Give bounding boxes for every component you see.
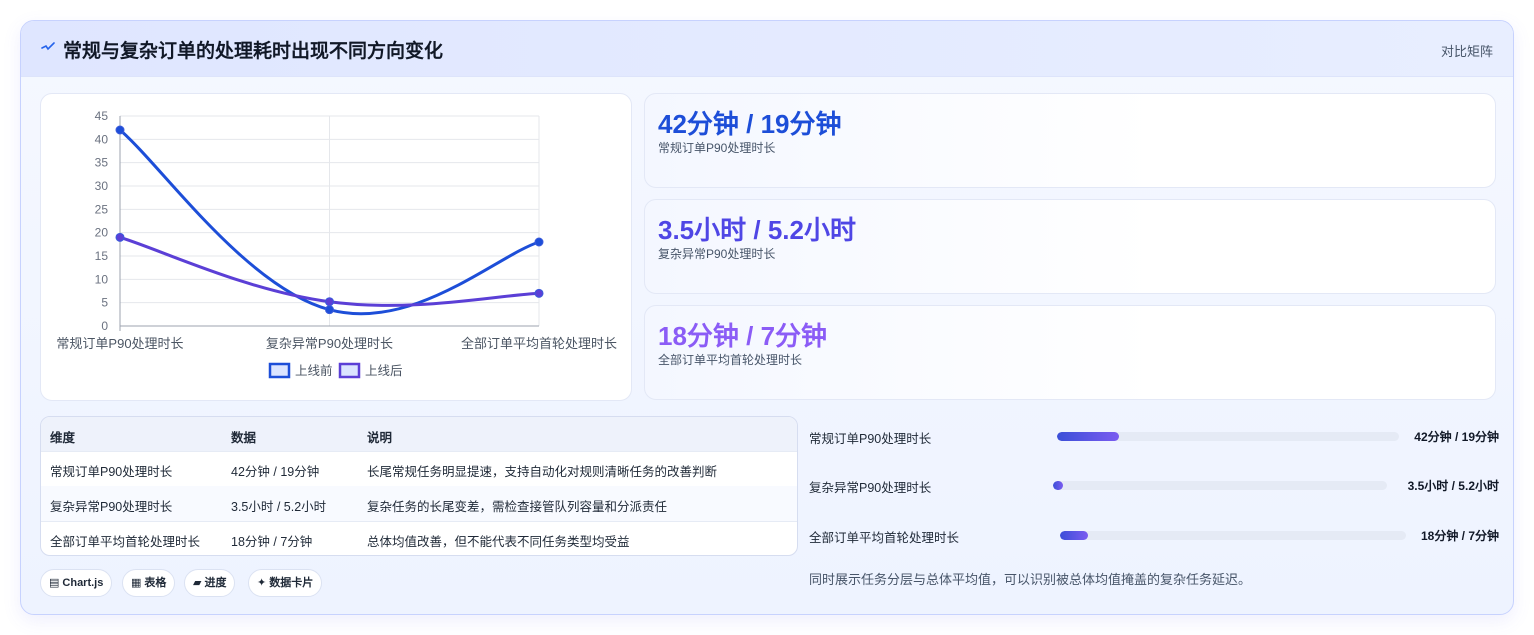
kpi-value: 42分钟 / 19分钟	[658, 109, 842, 139]
chip-data-card[interactable]: ✦ 数据卡片	[248, 569, 323, 597]
table-cell: 42分钟 / 19分钟	[231, 465, 320, 479]
y-tick-label: 5	[101, 296, 108, 310]
card-title: 常规与复杂订单的处理耗时出现不同方向变化	[63, 41, 444, 62]
column-header: 说明	[367, 431, 393, 445]
sparkle-icon: ✦	[257, 577, 267, 589]
chip-label: 进度	[204, 577, 227, 589]
table-cell: 3.5小时 / 5.2小时	[231, 500, 327, 514]
legend-swatch	[338, 362, 361, 379]
column-header: 维度	[50, 431, 76, 445]
progress-row: 全部订单平均首轮处理时长 18分钟 / 7分钟	[809, 526, 1499, 545]
table-cell: 18分钟 / 7分钟	[231, 535, 313, 549]
y-tick-label: 40	[95, 132, 109, 146]
kpi-card-complex: 3.5小时 / 5.2小时 复杂异常P90处理时长	[644, 199, 1496, 294]
table-icon: ▦	[131, 577, 142, 589]
chip-label: 表格	[144, 577, 167, 589]
legend-label: 上线后	[365, 364, 403, 378]
kpi-value: 18分钟 / 7分钟	[658, 321, 828, 351]
y-tick-label: 10	[95, 272, 109, 286]
table-cell: 总体均值改善，但不能代表不同任务类型均受益	[367, 535, 630, 549]
data-point	[534, 237, 544, 247]
comparison-card: 常规与复杂订单的处理耗时出现不同方向变化 对比矩阵 0 5 10 15 20 25 30 35…	[20, 20, 1514, 615]
progress-fill	[1053, 481, 1064, 490]
data-point	[115, 232, 125, 242]
chip-label: Chart.js	[62, 577, 104, 589]
progress-label: 全部订单平均首轮处理时长	[809, 531, 960, 545]
x-tick-label: 复杂异常P90处理时长	[266, 336, 393, 351]
data-table: 维度 数据 说明 常规订单P90处理时长 42分钟 / 19分钟 长尾常规任务明…	[40, 416, 798, 556]
matrix-tag: 对比矩阵	[1440, 44, 1493, 59]
table-cell: 长尾常规任务明显提速，支持自动化对规则清晰任务的改善判断	[367, 465, 718, 479]
data-point	[325, 297, 334, 307]
table-cell: 复杂任务的长尾变差，需检查接管队列容量和分派责任	[367, 500, 668, 514]
y-tick-label: 25	[95, 202, 109, 216]
table-row: 常规订单P90处理时长 42分钟 / 19分钟 长尾常规任务明显提速，支持自动化…	[41, 451, 797, 487]
progress-label: 复杂异常P90处理时长	[809, 481, 932, 495]
line-chart-panel: 0 5 10 15 20 25 30 35 40 45 常规订单P90处理时长 复杂异常P90处理时长…	[40, 93, 632, 401]
line-chart: 0 5 10 15 20 25 30 35 40 45 常规订单P90处理时长 复杂异常P90处理时长…	[56, 109, 617, 379]
table-cell: 全部订单平均首轮处理时长	[50, 535, 201, 549]
progress-fill	[1060, 531, 1088, 540]
y-tick-label: 35	[95, 156, 109, 170]
progress-row: 复杂异常P90处理时长 3.5小时 / 5.2小时	[809, 476, 1499, 495]
data-point	[534, 288, 544, 298]
y-tick-label: 45	[95, 109, 109, 123]
kpi-label: 全部订单平均首轮处理时长	[658, 353, 803, 367]
progress-icon: ▰	[193, 577, 202, 589]
data-point	[325, 305, 334, 315]
kpi-label: 复杂异常P90处理时长	[658, 247, 776, 261]
pulse-icon	[41, 42, 55, 51]
legend-label: 上线前	[295, 363, 333, 378]
column-header: 数据	[231, 431, 257, 445]
table-row: 复杂异常P90处理时长 3.5小时 / 5.2小时 复杂任务的长尾变差，需检查接…	[41, 486, 797, 522]
progress-value: 3.5小时 / 5.2小时	[1407, 479, 1499, 493]
kpi-value: 3.5小时 / 5.2小时	[658, 215, 856, 245]
progress-value: 42分钟 / 19分钟	[1414, 430, 1499, 444]
chip-label: 数据卡片	[269, 577, 314, 589]
kpi-card-regular: 42分钟 / 19分钟 常规订单P90处理时长	[644, 93, 1496, 188]
x-tick-label: 全部订单平均首轮处理时长	[461, 336, 617, 351]
progress-label: 常规订单P90处理时长	[809, 432, 932, 446]
kpi-label: 常规订单P90处理时长	[658, 141, 776, 155]
progress-row: 常规订单P90处理时长 42分钟 / 19分钟	[809, 427, 1499, 446]
progress-track	[1053, 481, 1387, 490]
chip-progress[interactable]: ▰ 进度	[184, 569, 236, 597]
progress-fill	[1057, 432, 1119, 441]
table-row: 全部订单平均首轮处理时长 18分钟 / 7分钟 总体均值改善，但不能代表不同任务…	[41, 521, 797, 555]
table-cell: 复杂异常P90处理时长	[50, 500, 173, 514]
chart-icon: ▤	[49, 577, 60, 589]
table-header-row: 维度 数据 说明	[41, 417, 797, 452]
data-point	[115, 125, 125, 135]
progress-track	[1060, 531, 1406, 540]
card-header: 常规与复杂订单的处理耗时出现不同方向变化 对比矩阵	[21, 21, 1513, 77]
progress-track	[1057, 432, 1399, 441]
x-tick-label: 常规订单P90处理时长	[56, 336, 183, 351]
y-tick-label: 30	[95, 179, 109, 193]
progress-value: 18分钟 / 7分钟	[1420, 529, 1499, 543]
footnote: 同时展示任务分层与总体平均值，可以识别被总体均值掩盖的复杂任务延迟。	[809, 572, 1252, 587]
y-tick-label: 20	[95, 226, 109, 240]
table-cell: 常规订单P90处理时长	[50, 465, 173, 479]
y-tick-label: 15	[95, 249, 109, 263]
kpi-card-overall: 18分钟 / 7分钟 全部订单平均首轮处理时长	[644, 305, 1496, 400]
legend-swatch	[268, 362, 291, 379]
chip-table[interactable]: ▦ 表格	[122, 569, 176, 597]
chip-chartjs[interactable]: ▤ Chart.js	[40, 569, 113, 597]
y-tick-label: 0	[101, 319, 108, 333]
